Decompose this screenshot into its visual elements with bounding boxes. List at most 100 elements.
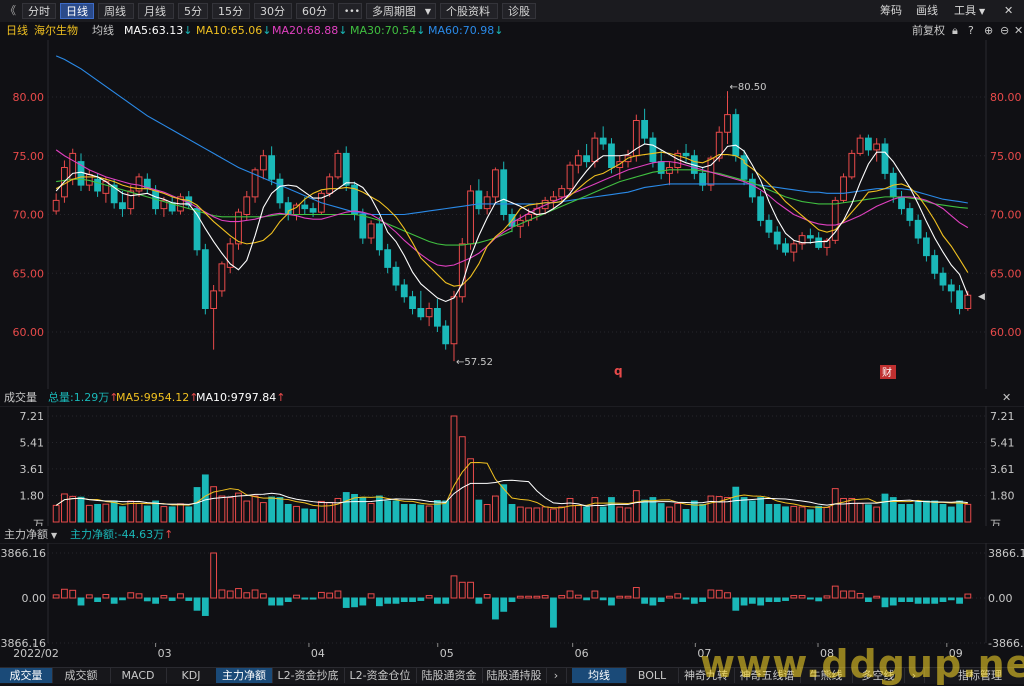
fund-bar [417, 597, 425, 601]
fund-title[interactable]: 主力净额 ▼ [4, 529, 57, 542]
volume-bar [119, 506, 126, 523]
tab-northbound-hold[interactable]: 陆股通持股 [482, 668, 547, 683]
fund-bar [127, 592, 135, 599]
fund-bar [541, 595, 549, 599]
ma30-value: MA30:70.54↓ [350, 24, 426, 37]
tab-ma[interactable]: 均线 [572, 668, 627, 683]
fund-bar [840, 590, 847, 599]
close-icon[interactable]: ✕ [1002, 392, 1011, 404]
period-tab-fenshi[interactable]: 分时 [22, 3, 56, 19]
volume-ma10: MA10:9797.84↑ [196, 391, 286, 404]
candle-body [119, 202, 126, 210]
fund-bar [475, 597, 483, 604]
volume-bar [94, 504, 101, 523]
candle-body [840, 176, 847, 201]
candle-body [268, 155, 276, 180]
price-chart[interactable]: 80.00 80.00 75.00 75.00 70.00 70.00 65.00 65.00… [0, 40, 1024, 389]
fund-bar [690, 597, 698, 604]
volume-bar [185, 506, 193, 523]
arrow-up-icon: ↑ [276, 391, 286, 404]
tab-northbound-fund[interactable]: 陆股通资金 [416, 668, 483, 683]
ma-label[interactable]: 均线 [92, 25, 114, 37]
more-button[interactable]: ••• [338, 3, 362, 19]
ma20-value: MA20:68.88↓ [272, 24, 348, 37]
tab-l2-bottom[interactable]: L2-资金抄底 [272, 668, 345, 683]
tab-volume[interactable]: 成交量 [0, 668, 53, 683]
zoom-out-icon[interactable]: ⊖ [1000, 25, 1009, 37]
volume-bar [392, 500, 400, 523]
chips-button[interactable]: 筹码 [880, 3, 902, 19]
volume-bar [309, 509, 317, 523]
volume-bar [177, 503, 184, 523]
volume-chart[interactable]: 7.21 7.21 5.41 5.41 3.61 3.61 1.80 1.80 万 万 [0, 406, 1024, 526]
candle-body [301, 204, 309, 210]
multi-period-dropdown[interactable]: 多周期图 ▼ [366, 3, 436, 19]
fund-bar [425, 595, 433, 599]
fund-bar [508, 597, 516, 602]
period-tab-daily[interactable]: 日线 [60, 3, 94, 19]
tab-main-fund[interactable]: 主力净额 [216, 668, 273, 683]
fund-value: 主力净额:-44.63万↑ [70, 528, 174, 541]
candle-body [243, 196, 251, 215]
fund-bar [748, 597, 756, 604]
volume-bar [334, 497, 342, 523]
draw-line-button[interactable]: 画线 [916, 3, 938, 19]
adjust-mode[interactable]: 前复权 [912, 25, 945, 37]
fund-bar [384, 597, 392, 604]
candle-body [599, 137, 607, 145]
tab-kdj[interactable]: KDJ [166, 668, 217, 683]
tab-macd[interactable]: MACD [110, 668, 167, 683]
close-icon[interactable]: ✕ [1014, 25, 1023, 37]
volume-title[interactable]: 成交量 [4, 392, 37, 404]
volume-bar [425, 505, 433, 523]
help-icon[interactable]: ? [968, 25, 974, 37]
tab-l2-position[interactable]: L2-资金仓位 [344, 668, 417, 683]
volume-bar [235, 492, 242, 523]
fund-bar [367, 593, 375, 599]
stock-profile-button[interactable]: 个股资料 [440, 3, 498, 19]
caret-down-icon: ▼ [51, 531, 58, 540]
lock-icon[interactable]: 🔒︎ [952, 25, 958, 37]
period-tab-monthly[interactable]: 月线 [138, 3, 174, 19]
volume-tick-right: 万 [990, 518, 1001, 526]
volume-tick-left: 万 [33, 518, 44, 526]
tab-turnover[interactable]: 成交额 [52, 668, 111, 683]
fund-bar [931, 597, 939, 604]
fund-bar [210, 552, 218, 599]
period-tab-15min[interactable]: 15分 [212, 3, 250, 19]
candle-body [409, 296, 416, 309]
price-tick-right: 80.00 [990, 91, 1022, 104]
fund-bar [276, 597, 284, 606]
period-tab-weekly[interactable]: 周线 [98, 3, 134, 19]
period-tab-5min[interactable]: 5分 [178, 3, 208, 19]
fund-bar [467, 581, 474, 599]
fund-bar [400, 597, 408, 602]
volume-bar [856, 502, 864, 523]
fund-bar [284, 597, 292, 602]
back-icon[interactable]: 《 [5, 3, 16, 19]
chevron-right-icon[interactable]: › [546, 668, 567, 683]
volume-bar [641, 499, 649, 523]
fund-bar [77, 597, 85, 606]
volume-bar [831, 488, 839, 523]
period-tab-30min[interactable]: 30分 [254, 3, 292, 19]
tools-menu[interactable]: 工具 ▼ [954, 3, 985, 19]
tab-boll[interactable]: BOLL [626, 668, 679, 683]
close-icon[interactable]: ✕ [1004, 3, 1013, 19]
candle-body [574, 155, 582, 166]
candle-body [483, 196, 491, 210]
fund-bar [359, 597, 367, 606]
diagnose-button[interactable]: 诊股 [502, 3, 536, 19]
volume-bar [873, 506, 881, 523]
period-tab-60min[interactable]: 60分 [296, 3, 334, 19]
volume-bar [160, 506, 168, 523]
candle-body [375, 223, 383, 251]
price-tick-right: 75.00 [990, 150, 1022, 163]
zoom-in-icon[interactable]: ⊕ [984, 25, 993, 37]
candle-body [566, 164, 574, 190]
fund-bar [641, 597, 649, 604]
fund-bar [881, 597, 889, 608]
fund-bar [160, 595, 168, 599]
candle-body [367, 223, 375, 239]
candle-body [359, 214, 367, 239]
